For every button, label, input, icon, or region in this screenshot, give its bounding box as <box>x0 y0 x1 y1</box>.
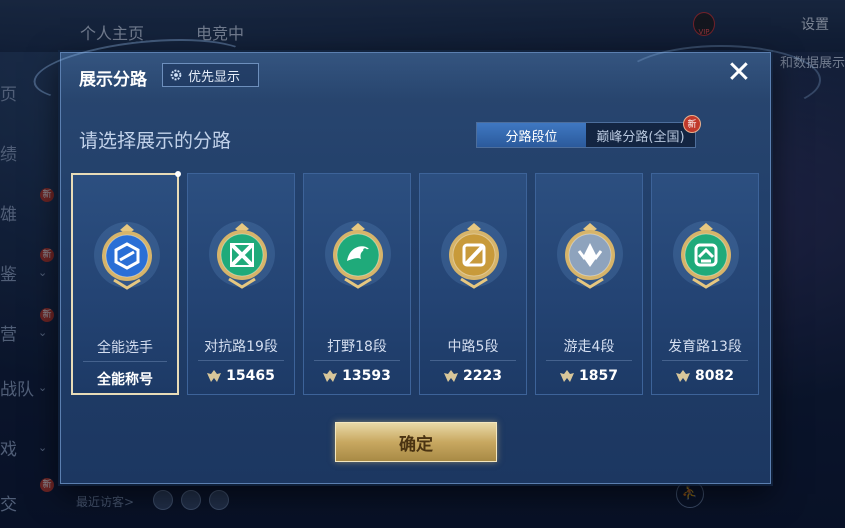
lane-score: 全能称号 <box>73 369 177 389</box>
lane-card[interactable]: 发育路13段 8082 <box>651 173 759 395</box>
select-lane-prompt: 请选择展示的分路 <box>79 130 232 152</box>
lane-score: 15465 <box>188 368 294 384</box>
lane-score: 13593 <box>304 368 410 384</box>
close-icon[interactable]: ✕ <box>724 58 754 89</box>
lane-title: 中路5段 <box>447 339 499 355</box>
clash-lane-emblem-icon <box>202 214 282 294</box>
tab-peak-lane[interactable]: 巅峰分路(全国) 新 <box>586 115 701 147</box>
tab-peak-lane-label: 巅峰分路(全国) <box>596 129 685 145</box>
lane-type-tabs: 分路段位 巅峰分路(全国) 新 <box>476 115 701 148</box>
lane-score: 1857 <box>536 368 642 384</box>
lane-title: 发育路13段 <box>668 339 742 355</box>
lane-score-value: 15465 <box>226 368 275 384</box>
lane-score-value: 2223 <box>463 368 502 384</box>
divider <box>546 360 632 361</box>
rank-points-icon <box>207 370 222 382</box>
allround-emblem-icon <box>87 215 167 295</box>
lane-score: 8082 <box>652 368 758 384</box>
lane-title: 打野18段 <box>327 339 387 355</box>
farm-lane-emblem-icon <box>666 214 746 294</box>
priority-display-label: 优先显示 <box>188 69 241 85</box>
decorative-swirl <box>621 45 821 115</box>
roam-emblem-icon <box>550 214 630 294</box>
rank-points-icon <box>323 370 338 382</box>
lane-title: 对抗路19段 <box>204 339 278 355</box>
divider <box>662 360 748 361</box>
lane-score-value: 1857 <box>579 368 618 384</box>
divider <box>83 361 167 362</box>
divider <box>198 360 284 361</box>
confirm-button[interactable]: 确定 <box>335 422 497 462</box>
priority-display-button[interactable]: 优先显示 <box>162 63 259 87</box>
divider <box>430 360 516 361</box>
lane-display-dialog: 展示分路 优先显示 ✕ 请选择展示的分路 分路段位 巅峰分路(全国) 新 全能选… <box>30 29 821 484</box>
lane-score-value: 8082 <box>695 368 734 384</box>
mid-lane-emblem-icon <box>434 214 514 294</box>
lane-cards: 全能选手 全能称号 对抗路19段 15465 打野18段 13593 中路5段 2223 游走4… <box>71 171 761 395</box>
lane-card[interactable]: 打野18段 13593 <box>303 173 411 395</box>
lane-score-value: 13593 <box>342 368 391 384</box>
dialog-title: 展示分路 <box>79 70 147 90</box>
lane-card[interactable]: 游走4段 1857 <box>535 173 643 395</box>
lane-card[interactable]: 中路5段 2223 <box>419 173 527 395</box>
tab-lane-rank[interactable]: 分路段位 <box>477 123 586 147</box>
new-badge: 新 <box>683 115 701 133</box>
lane-score: 2223 <box>420 368 526 384</box>
rank-points-icon <box>676 370 691 382</box>
gear-icon <box>170 69 182 81</box>
rank-points-icon <box>444 370 459 382</box>
lane-title: 全能选手 <box>97 340 153 356</box>
rank-points-icon <box>560 370 575 382</box>
lane-title: 游走4段 <box>563 339 615 355</box>
lane-card[interactable]: 对抗路19段 15465 <box>187 173 295 395</box>
divider <box>314 360 400 361</box>
lane-score-value: 全能称号 <box>97 372 153 388</box>
lane-card[interactable]: 全能选手 全能称号 <box>71 171 181 395</box>
jungle-emblem-icon <box>318 214 398 294</box>
